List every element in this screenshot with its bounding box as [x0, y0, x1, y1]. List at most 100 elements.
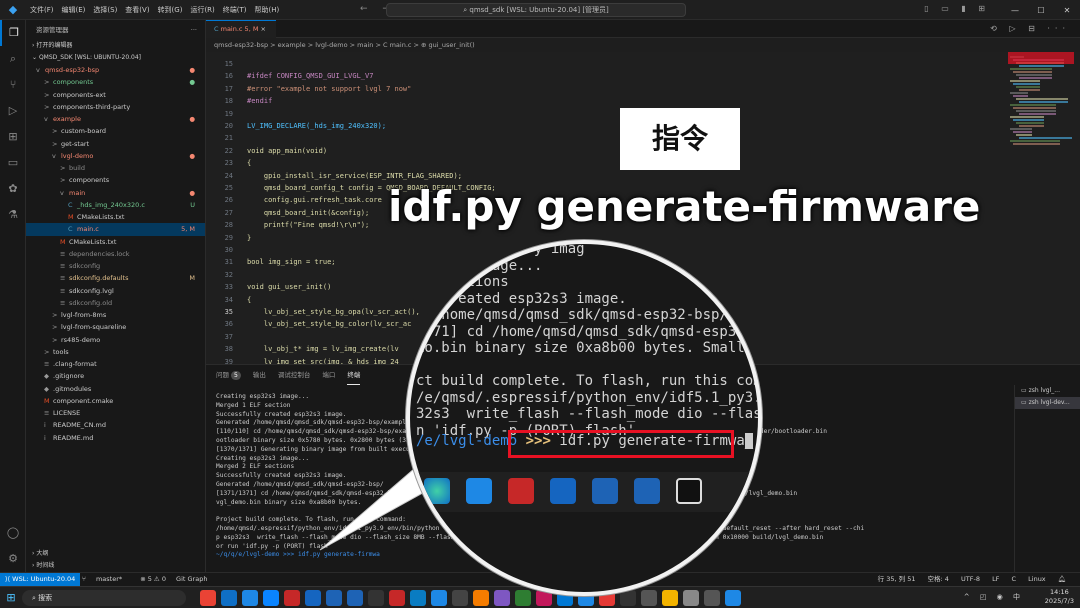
tree-item[interactable]: > components-ext [26, 89, 205, 101]
tree-item[interactable]: i README.md [26, 432, 205, 444]
encoding[interactable]: UTF-8 [961, 575, 980, 583]
menu-item[interactable]: 选择(S) [89, 6, 121, 14]
workspace-root[interactable]: ⌄ QMSD_SDK [WSL: UBUNTU-20.04] [26, 52, 205, 64]
minimize-button[interactable]: — [1002, 6, 1028, 15]
tree-item[interactable]: > lvgl-from-squareline [26, 321, 205, 333]
run-debug-icon[interactable]: ▷ [0, 98, 26, 124]
tree-item[interactable]: M CMakeLists.txt [26, 236, 205, 248]
notifications-icon[interactable]: 🔔︎ [1058, 575, 1066, 583]
tree-item[interactable]: > custom-board [26, 125, 205, 137]
tree-item[interactable]: ≡ sdkconfig.old [26, 297, 205, 309]
tree-item[interactable]: ≡ sdkconfig [26, 260, 205, 272]
tree-item[interactable]: v example ● [26, 113, 205, 125]
taskbar-app-icon[interactable] [347, 590, 363, 606]
breadcrumb[interactable]: qmsd-esp32-bsp > example > lvgl-demo > m… [206, 38, 1006, 52]
tree-item[interactable]: ≡ dependencies.lock [26, 248, 205, 260]
tree-item[interactable]: > tools [26, 346, 205, 358]
menu-item[interactable]: 帮助(H) [251, 6, 284, 14]
esp-idf-icon[interactable]: ✿ [0, 176, 26, 202]
taskbar-app-icon[interactable] [200, 590, 216, 606]
open-editors-section[interactable]: › 打开的编辑器 [26, 40, 205, 52]
line-ending[interactable]: LF [992, 575, 999, 583]
taskbar-app-icon[interactable] [263, 590, 279, 606]
taskbar-app-icon[interactable] [305, 590, 321, 606]
source-control-icon[interactable]: ⑂ [0, 72, 26, 98]
problems-indicator[interactable]: ⊗ 5 ⚠ 0 [140, 575, 166, 583]
remote-explorer-icon[interactable]: ▭ [0, 150, 26, 176]
taskbar-app-icon[interactable] [704, 590, 720, 606]
settings-gear-icon[interactable]: ⚙ [0, 546, 26, 572]
command-center[interactable]: ⌕ qmsd_sdk [WSL: Ubuntu-20.04] [管理员] [386, 3, 686, 17]
start-button-icon[interactable]: ⊞ [4, 591, 18, 605]
minimap[interactable] [1004, 52, 1080, 364]
tree-item[interactable]: ◆ .gitmodules [26, 383, 205, 395]
menu-item[interactable]: 文件(F) [26, 6, 58, 14]
taskbar-app-icon[interactable] [683, 590, 699, 606]
panel-tab[interactable]: 输出 [253, 365, 266, 385]
tree-item[interactable]: Mcomponent.cmake [26, 395, 205, 407]
maximize-button[interactable]: ☐ [1028, 6, 1054, 15]
tree-item[interactable]: v lvgl-demo ● [26, 150, 205, 162]
remote-indicator[interactable]: ⟩⟨ WSL: Ubuntu-20.04 [0, 573, 81, 586]
search-icon[interactable]: ⌕ [0, 46, 26, 72]
tree-item[interactable]: > components ● [26, 76, 205, 88]
explorer-icon[interactable]: ❐ [0, 20, 26, 46]
os-indicator[interactable]: Linux [1028, 575, 1046, 583]
tree-item[interactable]: i README_CN.md [26, 419, 205, 431]
tree-item[interactable]: > lvgl-from-8ms [26, 309, 205, 321]
indentation[interactable]: 空格: 4 [928, 575, 949, 583]
timeline-section[interactable]: › 时间线 [26, 560, 206, 572]
taskbar-app-icon[interactable] [242, 590, 258, 606]
taskbar-search[interactable]: ⌕ 搜索 [22, 590, 186, 606]
account-icon[interactable]: ◯ [0, 520, 26, 546]
menu-item[interactable]: 终端(T) [219, 6, 251, 14]
tree-item[interactable]: ≡ sdkconfig.defaults M [26, 272, 205, 284]
tab-close-icon[interactable]: × [261, 25, 266, 33]
branch-indicator[interactable]: ⑂ master* [82, 575, 130, 583]
close-button[interactable]: ✕ [1054, 6, 1080, 15]
tree-item[interactable]: > rs485-demo [26, 334, 205, 346]
tree-item[interactable]: ≡ LICENSE [26, 407, 205, 419]
git-graph-button[interactable]: Git Graph [176, 575, 207, 583]
taskbar-app-icon[interactable] [515, 590, 531, 606]
panel-tab[interactable]: 端口 [322, 365, 335, 385]
language-mode[interactable]: C [1012, 575, 1017, 583]
tree-item[interactable]: > components-third-party [26, 101, 205, 113]
editor-actions[interactable]: ⟲ ▷ ⊟ ··· [990, 24, 1070, 33]
taskbar-app-icon[interactable] [284, 590, 300, 606]
cursor-position[interactable]: 行 35, 列 51 [878, 575, 916, 583]
terminal-item[interactable]: ▭ zsh lvgl-dev... [1015, 397, 1080, 409]
menu-item[interactable]: 编辑(E) [58, 6, 90, 14]
taskbar-app-icon[interactable] [389, 590, 405, 606]
tree-item[interactable]: ≡ .clang-format [26, 358, 205, 370]
taskbar-app-icon[interactable] [473, 590, 489, 606]
terminal-item[interactable]: ▭ zsh lvgl_... [1015, 385, 1080, 397]
taskbar-app-icon[interactable] [326, 590, 342, 606]
tree-item[interactable]: v qmsd-esp32-bsp ● [26, 64, 205, 76]
taskbar-app-icon[interactable] [662, 590, 678, 606]
clock[interactable]: 14:16 2025/7/3 [1045, 588, 1074, 606]
panel-tab[interactable]: 终端 [347, 365, 361, 385]
tree-item[interactable]: > get-start [26, 138, 205, 150]
taskbar-app-icon[interactable] [494, 590, 510, 606]
taskbar-app-icon[interactable] [725, 590, 741, 606]
taskbar-app-icon[interactable] [620, 590, 636, 606]
tab-main-c[interactable]: C main.c 5, M × [206, 20, 276, 38]
menu-item[interactable]: 转到(G) [154, 6, 187, 14]
panel-tab[interactable]: 问题 5 [216, 365, 241, 385]
tree-item[interactable]: C _hds_img_240x320.c U [26, 199, 205, 211]
testing-icon[interactable]: ⚗ [0, 202, 26, 228]
more-actions-icon[interactable]: ··· [191, 20, 197, 40]
tree-item[interactable]: > build [26, 162, 205, 174]
system-tray-icons[interactable]: ^ ◰ ◉ 中 [964, 592, 1024, 602]
taskbar-app-icon[interactable] [431, 590, 447, 606]
taskbar-app-icon[interactable] [410, 590, 426, 606]
tree-item[interactable]: Cmain.c 5, M [26, 223, 205, 236]
taskbar-app-icon[interactable] [452, 590, 468, 606]
taskbar-app-icon[interactable] [368, 590, 384, 606]
tree-item[interactable]: > components [26, 174, 205, 186]
tree-item[interactable]: ≡ sdkconfig.lvgl [26, 285, 205, 297]
taskbar-app-icon[interactable] [641, 590, 657, 606]
outline-section[interactable]: › 大纲 [26, 548, 206, 560]
tree-item[interactable]: v main ● [26, 187, 205, 199]
